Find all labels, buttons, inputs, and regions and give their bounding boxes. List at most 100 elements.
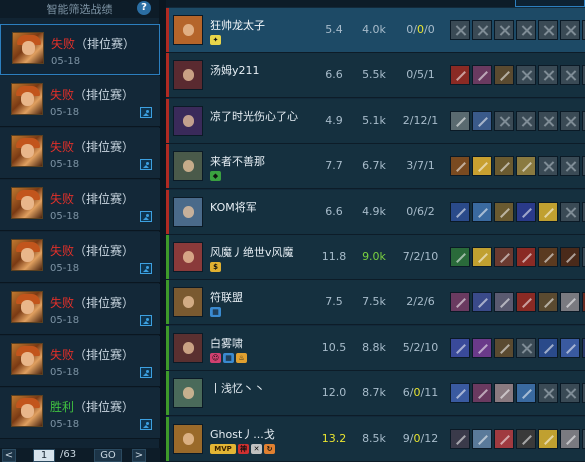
item-icon[interactable] [494,201,514,222]
item-icon[interactable] [450,110,470,131]
item-icon[interactable] [450,383,470,404]
player-row[interactable]: 汤姆y211 6.6 5.5k 0/5/1 [166,53,585,99]
item-icon[interactable] [516,156,536,177]
player-name[interactable]: KOM将军 [210,199,257,215]
item-icon[interactable] [494,65,514,86]
item-icon[interactable] [560,247,580,267]
player-name[interactable]: Ghost丿...戈 [210,426,275,442]
page-input[interactable]: 1 [33,449,55,462]
kda-value: 6 [417,204,424,218]
player-row[interactable]: 符联盟 ▦ 7.5 7.5k 2/2/6 [166,280,585,326]
match-result: 失败（排位赛） [51,35,135,52]
champion-avatar[interactable] [173,242,203,272]
filter-title[interactable]: 智能筛选战绩 [47,1,113,17]
item-icon[interactable] [450,201,470,222]
player-row[interactable]: Ghost丿...戈 MVP 神 ✕ ↻ 13.2 8.5k 9/0/12 [166,416,585,462]
player-row[interactable]: 狂帅龙太子 ✦ 5.4 4.0k 0/0/0 [166,8,585,53]
player-row[interactable]: 凉了时光伤心了心 4.9 5.1k 2/12/1 [166,98,585,144]
item-icon[interactable] [494,337,514,358]
item-icon[interactable] [450,156,470,177]
go-button[interactable]: GO [94,449,122,462]
filter-header[interactable]: 智能筛选战绩 ? [0,0,159,18]
player-name[interactable]: 白雾啸 [210,335,243,351]
match-list-item[interactable]: 失败（排位赛） 05-18 [0,76,160,127]
player-name[interactable]: 风魔丿绝世v风魔 [210,244,294,260]
item-icon[interactable] [472,428,492,449]
item-icon[interactable] [516,247,536,267]
replay-icon[interactable] [140,419,152,430]
item-icon[interactable] [450,292,470,313]
item-icon[interactable] [472,337,492,358]
item-icon[interactable] [450,247,470,267]
item-icon[interactable] [538,428,558,449]
match-date: 05-18 [50,159,80,170]
item-icon[interactable] [450,337,470,358]
champion-avatar[interactable] [173,15,203,45]
detail-tab[interactable] [515,0,585,7]
kda-value: 10 [424,340,439,354]
item-icon[interactable] [494,428,514,449]
player-name[interactable]: 凉了时光伤心了心 [210,108,298,124]
item-icon[interactable] [472,201,492,222]
match-list-item[interactable]: 失败（排位赛） 05-18 [0,336,160,387]
item-icon[interactable] [560,428,580,449]
champion-avatar[interactable] [173,423,203,454]
player-row[interactable]: 来者不善那 ◆ 7.7 6.7k 3/7/1 [166,144,585,190]
prev-page-button[interactable]: < [2,449,16,462]
item-icon[interactable] [494,383,514,404]
champion-avatar[interactable] [173,196,203,227]
item-icon[interactable] [538,247,558,267]
item-icon[interactable] [516,201,536,222]
item-icon[interactable] [516,428,536,449]
replay-icon[interactable] [140,367,152,378]
item-icon[interactable] [560,337,580,358]
match-list-item[interactable]: 失败（排位赛） 05-18 [0,24,160,75]
replay-icon[interactable] [140,159,152,170]
help-icon[interactable]: ? [137,1,151,15]
item-icon[interactable] [538,201,558,222]
player-row[interactable]: KOM将军 6.6 4.9k 0/6/2 [166,189,585,235]
item-icon[interactable] [472,292,492,313]
match-list-item[interactable]: 胜利（排位赛） 05-18 [0,388,160,439]
player-row[interactable]: 风魔丿绝世v风魔 $11.8 9.0k 7/2/10 [166,235,585,280]
player-gold: 7.5k [362,295,386,309]
match-list-item[interactable]: 失败（排位赛） 05-18 [0,284,160,335]
player-name[interactable]: 丨浅忆丶丶 [210,380,265,396]
champion-avatar[interactable] [173,105,203,136]
item-icon[interactable] [472,156,492,177]
champion-avatar[interactable] [173,151,203,182]
replay-icon[interactable] [140,107,152,118]
champion-avatar[interactable] [173,332,203,363]
player-name[interactable]: 符联盟 [210,289,243,305]
item-icon[interactable] [472,65,492,86]
item-icon[interactable] [450,65,470,86]
item-icon[interactable] [472,383,492,404]
item-icon[interactable] [516,292,536,313]
match-list-item[interactable]: 失败（排位赛） 05-18 [0,232,160,283]
item-icon[interactable] [516,383,536,404]
item-icon[interactable] [472,247,492,267]
match-list-item[interactable]: 失败（排位赛） 05-18 [0,180,160,231]
item-icon[interactable] [472,110,492,131]
champion-avatar[interactable] [173,287,203,318]
player-row[interactable]: 丨浅忆丶丶 12.0 8.7k 6/0/11 [166,371,585,417]
player-name[interactable]: 狂帅龙太子 [210,17,265,33]
replay-icon[interactable] [140,315,152,326]
kda-value: 7 [417,159,424,173]
item-icon[interactable] [538,337,558,358]
match-list-item[interactable]: 失败（排位赛） 05-18 [0,128,160,179]
player-row[interactable]: 白雾啸 ☺ ▦ ♨ 10.5 8.8k 5/2/10 [166,325,585,371]
next-page-button[interactable]: > [132,449,146,462]
player-name[interactable]: 来者不善那 [210,153,265,169]
player-name[interactable]: 汤姆y211 [210,62,260,78]
champion-avatar[interactable] [173,378,203,409]
item-icon[interactable] [560,292,580,313]
item-icon[interactable] [450,428,470,449]
champion-avatar[interactable] [173,60,203,91]
item-icon[interactable] [494,156,514,177]
item-icon[interactable] [494,247,514,267]
item-icon[interactable] [538,292,558,313]
replay-icon[interactable] [140,263,152,274]
replay-icon[interactable] [140,211,152,222]
item-icon[interactable] [494,292,514,313]
